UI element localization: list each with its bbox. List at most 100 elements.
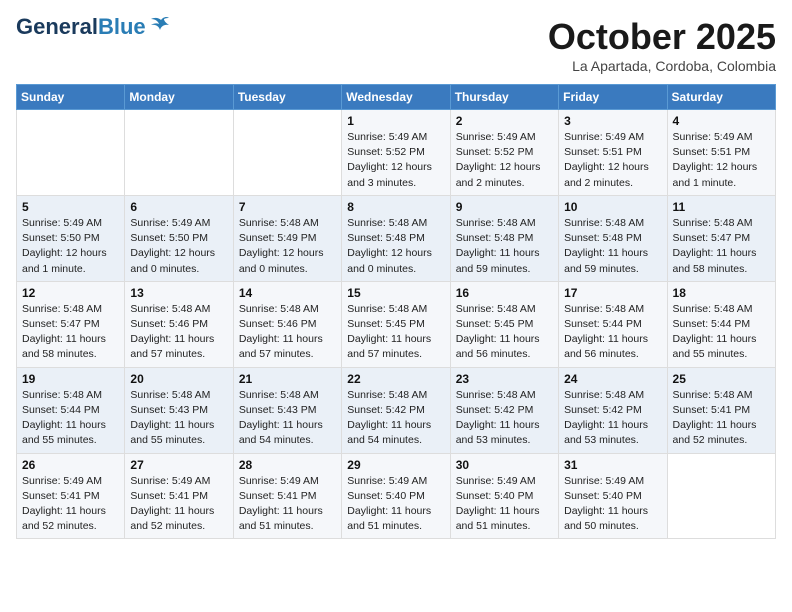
day-number: 16 (456, 286, 553, 300)
calendar-day-cell: 28 Sunrise: 5:49 AM Sunset: 5:41 PM Dayli… (233, 453, 341, 539)
calendar-day-cell: 31Sunrise: 5:49 AM Sunset: 5:40 PM Dayli… (559, 453, 667, 539)
day-number: 9 (456, 200, 553, 214)
calendar-day-cell: 30Sunrise: 5:49 AM Sunset: 5:40 PM Dayli… (450, 453, 558, 539)
day-info: Sunrise: 5:49 AM Sunset: 5:50 PM Dayligh… (22, 216, 119, 277)
calendar-header: SundayMondayTuesdayWednesdayThursdayFrid… (17, 85, 776, 110)
day-info: Sunrise: 5:49 AM Sunset: 5:41 PM Dayligh… (239, 474, 336, 535)
day-info: Sunrise: 5:49 AM Sunset: 5:41 PM Dayligh… (130, 474, 227, 535)
day-number: 26 (22, 458, 119, 472)
day-info: Sunrise: 5:49 AM Sunset: 5:50 PM Dayligh… (130, 216, 227, 277)
calendar-week-row: 1 Sunrise: 5:49 AM Sunset: 5:52 PM Daylig… (17, 110, 776, 196)
day-info: Sunrise: 5:48 AM Sunset: 5:43 PM Dayligh… (239, 388, 336, 449)
day-info: Sunrise: 5:49 AM Sunset: 5:51 PM Dayligh… (564, 130, 661, 191)
weekday-header: Wednesday (342, 85, 450, 110)
day-number: 5 (22, 200, 119, 214)
day-info: Sunrise: 5:49 AM Sunset: 5:52 PM Dayligh… (456, 130, 553, 191)
day-info: Sunrise: 5:48 AM Sunset: 5:46 PM Dayligh… (130, 302, 227, 363)
day-info: Sunrise: 5:49 AM Sunset: 5:52 PM Dayligh… (347, 130, 444, 191)
calendar-week-row: 5 Sunrise: 5:49 AM Sunset: 5:50 PM Daylig… (17, 195, 776, 281)
calendar-week-row: 26 Sunrise: 5:49 AM Sunset: 5:41 PM Dayli… (17, 453, 776, 539)
day-info: Sunrise: 5:48 AM Sunset: 5:46 PM Dayligh… (239, 302, 336, 363)
day-number: 3 (564, 114, 661, 128)
calendar-day-cell: 11 Sunrise: 5:48 AM Sunset: 5:47 PM Dayli… (667, 195, 775, 281)
weekday-row: SundayMondayTuesdayWednesdayThursdayFrid… (17, 85, 776, 110)
day-info: Sunrise: 5:48 AM Sunset: 5:41 PM Dayligh… (673, 388, 770, 449)
weekday-header: Monday (125, 85, 233, 110)
title-block: October 2025 La Apartada, Cordoba, Colom… (548, 16, 776, 74)
day-number: 7 (239, 200, 336, 214)
day-info: Sunrise: 5:48 AM Sunset: 5:45 PM Dayligh… (347, 302, 444, 363)
day-number: 25 (673, 372, 770, 386)
calendar-day-cell: 20Sunrise: 5:48 AM Sunset: 5:43 PM Dayli… (125, 367, 233, 453)
calendar-week-row: 19 Sunrise: 5:48 AM Sunset: 5:44 PM Dayli… (17, 367, 776, 453)
calendar-day-cell: 29 Sunrise: 5:49 AM Sunset: 5:40 PM Dayli… (342, 453, 450, 539)
calendar-day-cell: 9 Sunrise: 5:48 AM Sunset: 5:48 PM Daylig… (450, 195, 558, 281)
day-number: 10 (564, 200, 661, 214)
day-info: Sunrise: 5:48 AM Sunset: 5:43 PM Dayligh… (130, 388, 227, 449)
day-info: Sunrise: 5:48 AM Sunset: 5:48 PM Dayligh… (564, 216, 661, 277)
calendar-day-cell: 27 Sunrise: 5:49 AM Sunset: 5:41 PM Dayli… (125, 453, 233, 539)
day-number: 6 (130, 200, 227, 214)
calendar-day-cell: 15 Sunrise: 5:48 AM Sunset: 5:45 PM Dayli… (342, 281, 450, 367)
day-number: 23 (456, 372, 553, 386)
calendar-day-cell: 22 Sunrise: 5:48 AM Sunset: 5:42 PM Dayli… (342, 367, 450, 453)
logo-general: General (16, 14, 98, 39)
day-number: 11 (673, 200, 770, 214)
weekday-header: Tuesday (233, 85, 341, 110)
month-title: October 2025 (548, 16, 776, 58)
calendar-day-cell: 19 Sunrise: 5:48 AM Sunset: 5:44 PM Dayli… (17, 367, 125, 453)
day-info: Sunrise: 5:49 AM Sunset: 5:40 PM Dayligh… (456, 474, 553, 535)
calendar-day-cell: 16 Sunrise: 5:48 AM Sunset: 5:45 PM Dayli… (450, 281, 558, 367)
calendar-day-cell: 23Sunrise: 5:48 AM Sunset: 5:42 PM Dayli… (450, 367, 558, 453)
day-info: Sunrise: 5:48 AM Sunset: 5:42 PM Dayligh… (347, 388, 444, 449)
day-number: 2 (456, 114, 553, 128)
calendar-day-cell: 5 Sunrise: 5:49 AM Sunset: 5:50 PM Daylig… (17, 195, 125, 281)
calendar-day-cell: 3 Sunrise: 5:49 AM Sunset: 5:51 PM Daylig… (559, 110, 667, 196)
day-number: 12 (22, 286, 119, 300)
day-number: 1 (347, 114, 444, 128)
logo: GeneralBlue (16, 16, 171, 38)
day-info: Sunrise: 5:49 AM Sunset: 5:51 PM Dayligh… (673, 130, 770, 191)
day-info: Sunrise: 5:48 AM Sunset: 5:49 PM Dayligh… (239, 216, 336, 277)
day-number: 18 (673, 286, 770, 300)
day-number: 19 (22, 372, 119, 386)
day-number: 14 (239, 286, 336, 300)
calendar-day-cell: 18Sunrise: 5:48 AM Sunset: 5:44 PM Dayli… (667, 281, 775, 367)
calendar-table: SundayMondayTuesdayWednesdayThursdayFrid… (16, 84, 776, 539)
day-number: 24 (564, 372, 661, 386)
page-header: GeneralBlue October 2025 La Apartada, Co… (16, 16, 776, 74)
day-number: 22 (347, 372, 444, 386)
calendar-day-cell: 7 Sunrise: 5:48 AM Sunset: 5:49 PM Daylig… (233, 195, 341, 281)
bird-icon (149, 16, 171, 34)
day-number: 13 (130, 286, 227, 300)
logo-blue: Blue (98, 14, 146, 39)
day-info: Sunrise: 5:48 AM Sunset: 5:47 PM Dayligh… (22, 302, 119, 363)
calendar-day-cell (667, 453, 775, 539)
calendar-day-cell: 1 Sunrise: 5:49 AM Sunset: 5:52 PM Daylig… (342, 110, 450, 196)
day-number: 17 (564, 286, 661, 300)
day-number: 4 (673, 114, 770, 128)
day-info: Sunrise: 5:48 AM Sunset: 5:44 PM Dayligh… (564, 302, 661, 363)
weekday-header: Friday (559, 85, 667, 110)
calendar-body: 1 Sunrise: 5:49 AM Sunset: 5:52 PM Daylig… (17, 110, 776, 539)
day-info: Sunrise: 5:49 AM Sunset: 5:40 PM Dayligh… (347, 474, 444, 535)
day-info: Sunrise: 5:48 AM Sunset: 5:47 PM Dayligh… (673, 216, 770, 277)
day-info: Sunrise: 5:48 AM Sunset: 5:48 PM Dayligh… (456, 216, 553, 277)
calendar-day-cell: 13 Sunrise: 5:48 AM Sunset: 5:46 PM Dayli… (125, 281, 233, 367)
day-info: Sunrise: 5:48 AM Sunset: 5:44 PM Dayligh… (22, 388, 119, 449)
calendar-day-cell: 6 Sunrise: 5:49 AM Sunset: 5:50 PM Daylig… (125, 195, 233, 281)
day-number: 15 (347, 286, 444, 300)
day-number: 27 (130, 458, 227, 472)
day-info: Sunrise: 5:48 AM Sunset: 5:42 PM Dayligh… (564, 388, 661, 449)
day-info: Sunrise: 5:48 AM Sunset: 5:45 PM Dayligh… (456, 302, 553, 363)
calendar-day-cell (125, 110, 233, 196)
calendar-day-cell (17, 110, 125, 196)
location: La Apartada, Cordoba, Colombia (548, 58, 776, 74)
calendar-week-row: 12 Sunrise: 5:48 AM Sunset: 5:47 PM Dayli… (17, 281, 776, 367)
calendar-day-cell: 25 Sunrise: 5:48 AM Sunset: 5:41 PM Dayli… (667, 367, 775, 453)
day-number: 29 (347, 458, 444, 472)
calendar-day-cell: 4 Sunrise: 5:49 AM Sunset: 5:51 PM Daylig… (667, 110, 775, 196)
weekday-header: Thursday (450, 85, 558, 110)
calendar-day-cell: 8Sunrise: 5:48 AM Sunset: 5:48 PM Daylig… (342, 195, 450, 281)
day-number: 28 (239, 458, 336, 472)
